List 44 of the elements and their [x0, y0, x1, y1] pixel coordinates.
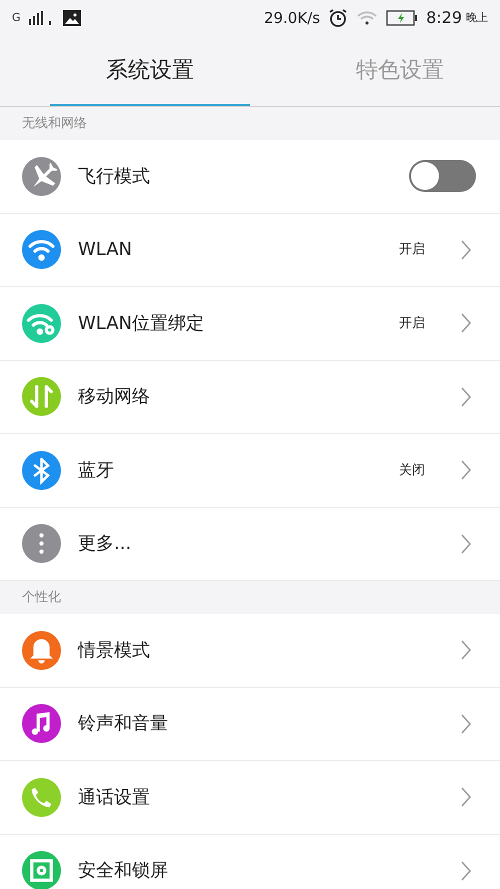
settings-row[interactable]: 通话设置 — [0, 761, 500, 834]
setting-label: 飞行模式 — [78, 164, 151, 189]
chevron-icon — [460, 459, 472, 482]
chevron-icon — [460, 860, 472, 882]
alarm-icon — [328, 8, 348, 28]
setting-label: 通话设置 — [78, 786, 151, 810]
setting-value: 关闭 — [399, 462, 425, 480]
setting-label: 安全和锁屏 — [78, 859, 169, 884]
battery-icon — [386, 10, 418, 26]
network-type: G — [12, 10, 21, 26]
setting-label: WLAN — [78, 238, 134, 262]
settings-row[interactable]: 飞行模式 — [0, 140, 500, 214]
section-header: 个性化 — [22, 588, 61, 607]
chevron-icon — [460, 639, 472, 662]
toggle-switch[interactable] — [409, 160, 476, 192]
setting-value: 开启 — [399, 241, 425, 259]
wifi-icon — [356, 10, 378, 26]
setting-label: 情景模式 — [78, 638, 151, 663]
chevron-icon — [460, 386, 472, 408]
image-icon — [62, 10, 81, 26]
chevron-icon — [460, 786, 472, 808]
settings-row[interactable]: 蓝牙 关闭 — [0, 434, 500, 508]
setting-label: 蓝牙 — [78, 458, 115, 483]
clock: 8:29 — [426, 7, 462, 29]
settings-row[interactable]: 更多... — [0, 508, 500, 581]
setting-label: WLAN位置绑定 — [78, 312, 206, 336]
section-header: 无线和网络 — [22, 114, 87, 133]
network-speed: 29.0K/s — [264, 8, 320, 29]
chevron-icon — [460, 238, 472, 261]
tab[interactable]: 系统设置 — [50, 36, 250, 106]
setting-value: 开启 — [399, 314, 425, 332]
setting-label: 移动网络 — [78, 385, 151, 410]
setting-label: 铃声和音量 — [78, 712, 169, 736]
chevron-icon — [460, 532, 472, 555]
chevron-icon — [460, 712, 472, 735]
settings-row[interactable]: 安全和锁屏 — [0, 834, 500, 889]
settings-row[interactable]: 移动网络 — [0, 360, 500, 434]
time-period: 晚上 — [466, 10, 488, 26]
setting-label: 更多... — [78, 532, 132, 556]
settings-row[interactable]: WLAN位置绑定 开启 — [0, 287, 500, 360]
settings-row[interactable]: 铃声和音量 — [0, 688, 500, 761]
chevron-icon — [460, 312, 472, 334]
settings-row[interactable]: 情景模式 — [0, 614, 500, 688]
settings-row[interactable]: WLAN 开启 — [0, 214, 500, 287]
